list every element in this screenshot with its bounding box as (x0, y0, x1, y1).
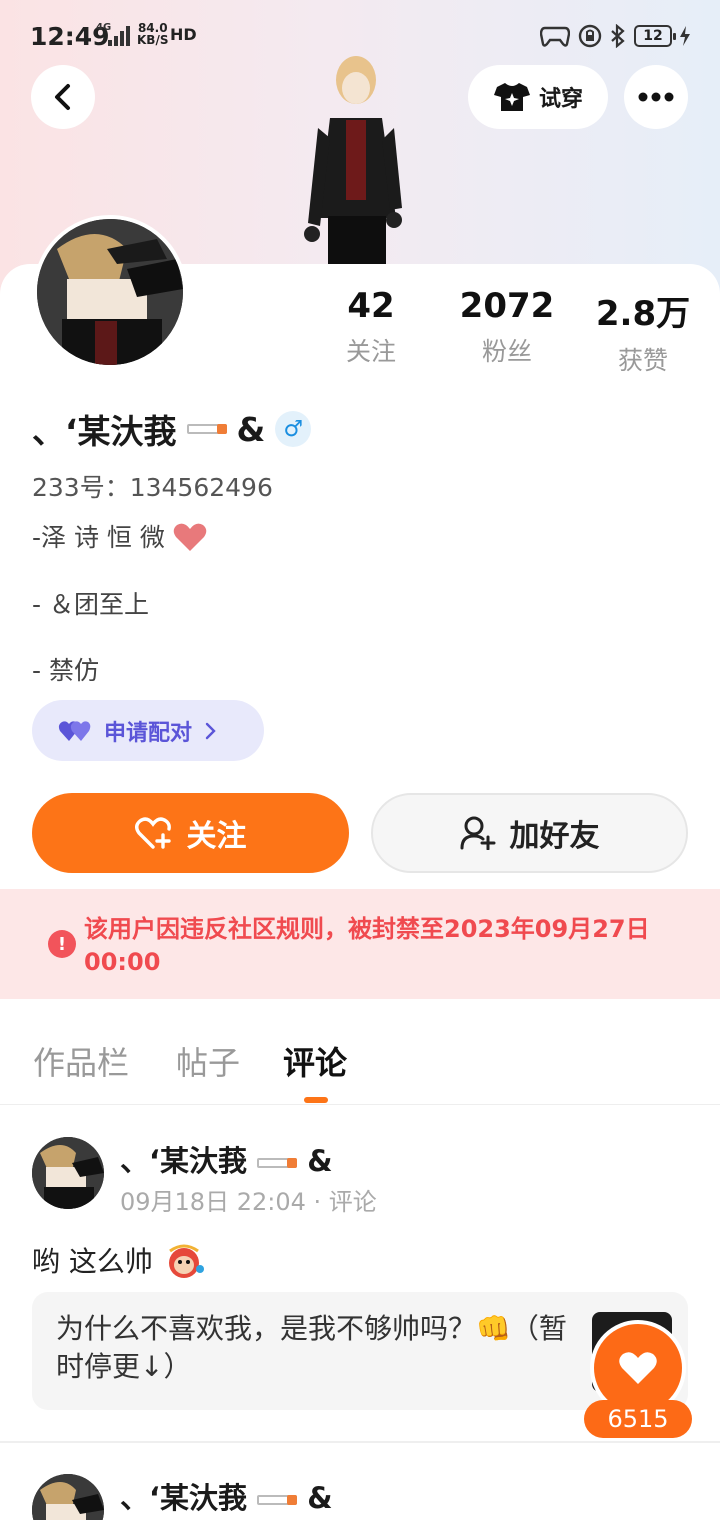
avatar-character-illustration (304, 56, 402, 268)
stat-followers[interactable]: 2072 粉丝 (437, 286, 577, 368)
battery-level: 12 (643, 28, 663, 44)
comment-meta: 09月18日 22:04 · 评论 (120, 1188, 377, 1216)
back-button[interactable] (31, 65, 95, 129)
comment-author-name[interactable]: 、‘某汏莪 & (120, 1138, 333, 1180)
request-pair-button[interactable]: 申请配对 (32, 700, 264, 761)
chevron-right-icon (205, 722, 216, 739)
signal-icon (108, 26, 130, 46)
avatar-image (32, 1137, 104, 1209)
add-user-icon (460, 816, 495, 850)
ban-notice-text: 该用户因违反社区规则，被封禁至2023年09月27日 00:00 (84, 915, 650, 976)
bluetooth-icon (611, 24, 625, 48)
comment-author-name[interactable]: 、‘某汏莪 & (120, 1475, 333, 1517)
stat-following[interactable]: 42 关注 (301, 286, 441, 368)
try-on-button[interactable]: 试穿 (468, 65, 608, 129)
stat-likes[interactable]: 2.8万 获赞 (573, 286, 713, 377)
stat-label: 获赞 (617, 346, 668, 375)
more-dots-icon (638, 92, 674, 102)
cigarette-emoji-icon (186, 424, 227, 434)
comment-author-avatar[interactable] (32, 1474, 104, 1520)
bio-line: -泽 诗 恒 微 (32, 518, 207, 554)
user-id: 233号：134562496 (32, 473, 273, 502)
cigarette-emoji-icon (257, 1495, 298, 1505)
stat-value: 2.8万 (595, 294, 691, 334)
bio-line: - 禁仿 (32, 656, 99, 685)
tab-works[interactable]: 作品栏 (33, 1038, 129, 1084)
stat-value: 2072 (459, 286, 555, 326)
active-tab-indicator (304, 1097, 328, 1103)
monkey-emoji-icon (168, 1244, 204, 1278)
comment-author-avatar[interactable] (32, 1137, 104, 1209)
tab-posts[interactable]: 帖子 (176, 1038, 240, 1084)
add-friend-button[interactable]: 加好友 (371, 793, 688, 873)
author-name-text: 、‘某汏莪 (120, 1481, 248, 1515)
network-speed: 84.0 KB/S (137, 22, 168, 46)
bio-line-text: -泽 诗 恒 微 (32, 523, 165, 552)
tab-comments[interactable]: 评论 (283, 1038, 347, 1084)
heart-emoji-icon (173, 523, 207, 551)
add-friend-label: 加好友 (509, 819, 600, 854)
author-name-text: 、‘某汏莪 (120, 1144, 248, 1178)
ban-notice: ! 该用户因违反社区规则，被封禁至2023年09月27日 00:00 (0, 889, 720, 999)
author-name-suffix: & (307, 1481, 333, 1515)
tshirt-icon (493, 83, 530, 111)
profile-name: 、‘某汏莪 & ♂ (32, 405, 312, 453)
quoted-post[interactable]: 为什么不喜欢我，是我不够帅吗？👊（暂时停更↓） (32, 1292, 688, 1410)
follow-button[interactable]: 关注 (32, 793, 349, 873)
stat-value: 42 (347, 286, 395, 326)
stat-label: 粉丝 (481, 337, 532, 366)
quoted-post-text: 为什么不喜欢我，是我不够帅吗？👊（暂时停更↓） (56, 1312, 567, 1383)
gamepad-icon (540, 26, 570, 47)
hd-indicator: HD (170, 25, 197, 44)
try-on-label: 试穿 (538, 87, 583, 112)
stat-label: 关注 (345, 337, 396, 366)
avatar-image (37, 219, 183, 365)
charging-icon (680, 26, 690, 46)
follow-label: 关注 (186, 819, 247, 854)
battery-icon: 12 (634, 25, 676, 47)
like-count: 6515 (584, 1400, 692, 1438)
cigarette-emoji-icon (257, 1158, 298, 1168)
back-arrow-icon (55, 84, 70, 110)
heart-plus-icon (134, 817, 171, 849)
avatar-image (32, 1474, 104, 1520)
bio-line: - ＆团至上 (32, 590, 149, 619)
speed-unit: KB/S (137, 33, 169, 47)
user-avatar[interactable] (33, 215, 187, 369)
lock-rotation-icon (578, 24, 602, 48)
status-bar: 12:49 4G 84.0 KB/S HD 12 (0, 0, 720, 74)
double-heart-icon (58, 720, 91, 741)
comment-text: 哟 这么帅 (32, 1240, 206, 1280)
comment-text-body: 哟 这么帅 (32, 1245, 153, 1278)
content-tabs: 作品栏 帖子 评论 (0, 1030, 720, 1105)
user-name: 、‘某汏莪 (32, 412, 177, 451)
male-gender-icon: ♂ (275, 411, 312, 447)
author-name-suffix: & (307, 1144, 333, 1178)
warning-icon: ! (48, 930, 76, 958)
comment-divider (0, 1441, 720, 1443)
heart-icon (619, 1352, 657, 1384)
status-right: 12 (540, 24, 690, 48)
more-options-button[interactable] (624, 65, 688, 129)
user-name-suffix: & (236, 409, 266, 449)
request-pair-label: 申请配对 (104, 720, 193, 746)
